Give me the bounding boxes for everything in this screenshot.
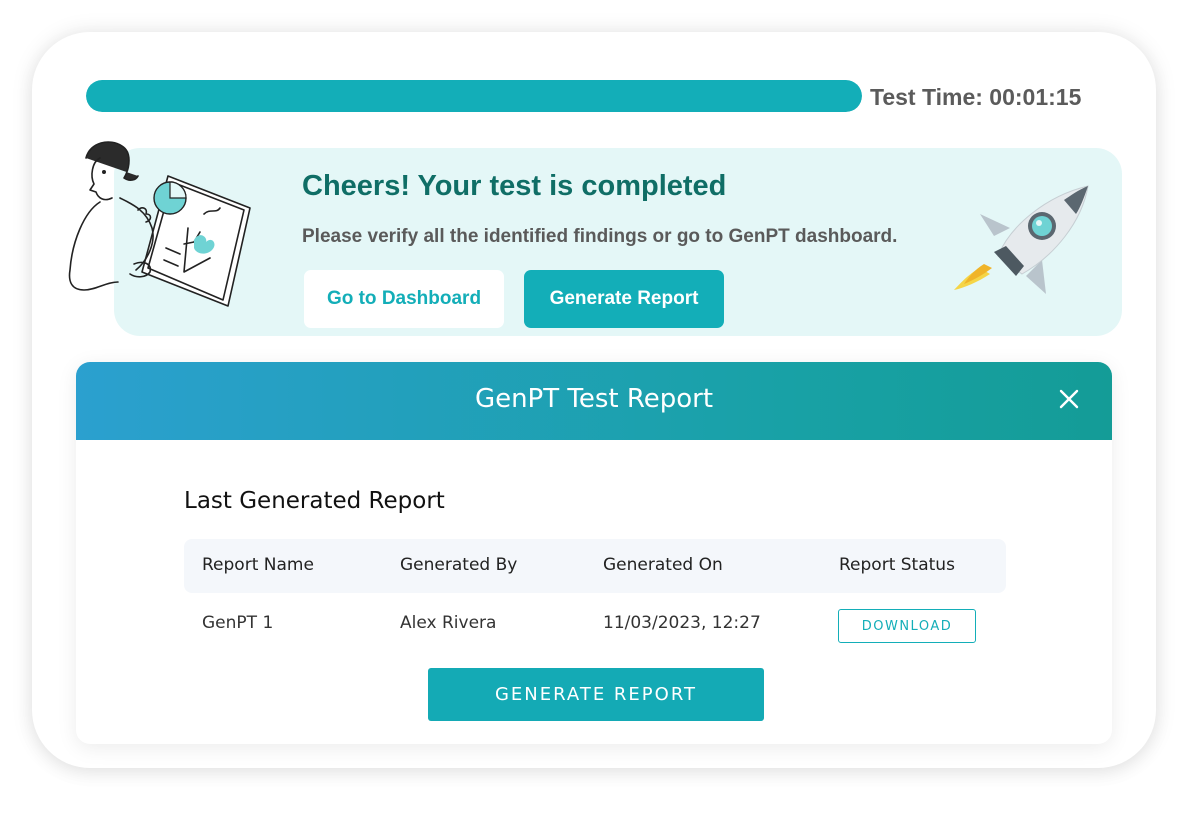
column-header-report-status: Report Status [839, 555, 955, 575]
modal-title: GenPT Test Report [474, 384, 714, 414]
report-name-cell: GenPT 1 [202, 613, 274, 633]
download-button[interactable]: DOWNLOAD [838, 609, 976, 643]
completion-subtitle: Please verify all the identified finding… [302, 226, 898, 247]
generate-report-button[interactable]: Generate Report [524, 270, 724, 328]
rocket-icon [954, 185, 1089, 294]
column-header-report-name: Report Name [202, 555, 314, 575]
section-title: Last Generated Report [184, 488, 445, 514]
report-modal: GenPT Test Report Last Generated Report … [76, 362, 1112, 744]
person-with-chart-illustration [68, 141, 251, 307]
column-header-generated-by: Generated By [400, 555, 518, 575]
completion-title: Cheers! Your test is completed [302, 170, 727, 202]
close-icon[interactable] [1054, 384, 1084, 414]
progress-fill [86, 80, 862, 112]
table-header: Report Name Generated By Generated On Re… [184, 539, 1006, 593]
generate-report-main-button[interactable]: GENERATE REPORT [428, 668, 764, 721]
generated-by-cell: Alex Rivera [400, 613, 497, 633]
modal-header: GenPT Test Report [76, 362, 1112, 440]
test-progress-bar [86, 80, 862, 112]
column-header-generated-on: Generated On [603, 555, 723, 575]
go-to-dashboard-button[interactable]: Go to Dashboard [304, 270, 504, 328]
test-timer: Test Time: 00:01:15 [870, 84, 1082, 110]
generated-on-cell: 11/03/2023, 12:27 [603, 613, 761, 633]
